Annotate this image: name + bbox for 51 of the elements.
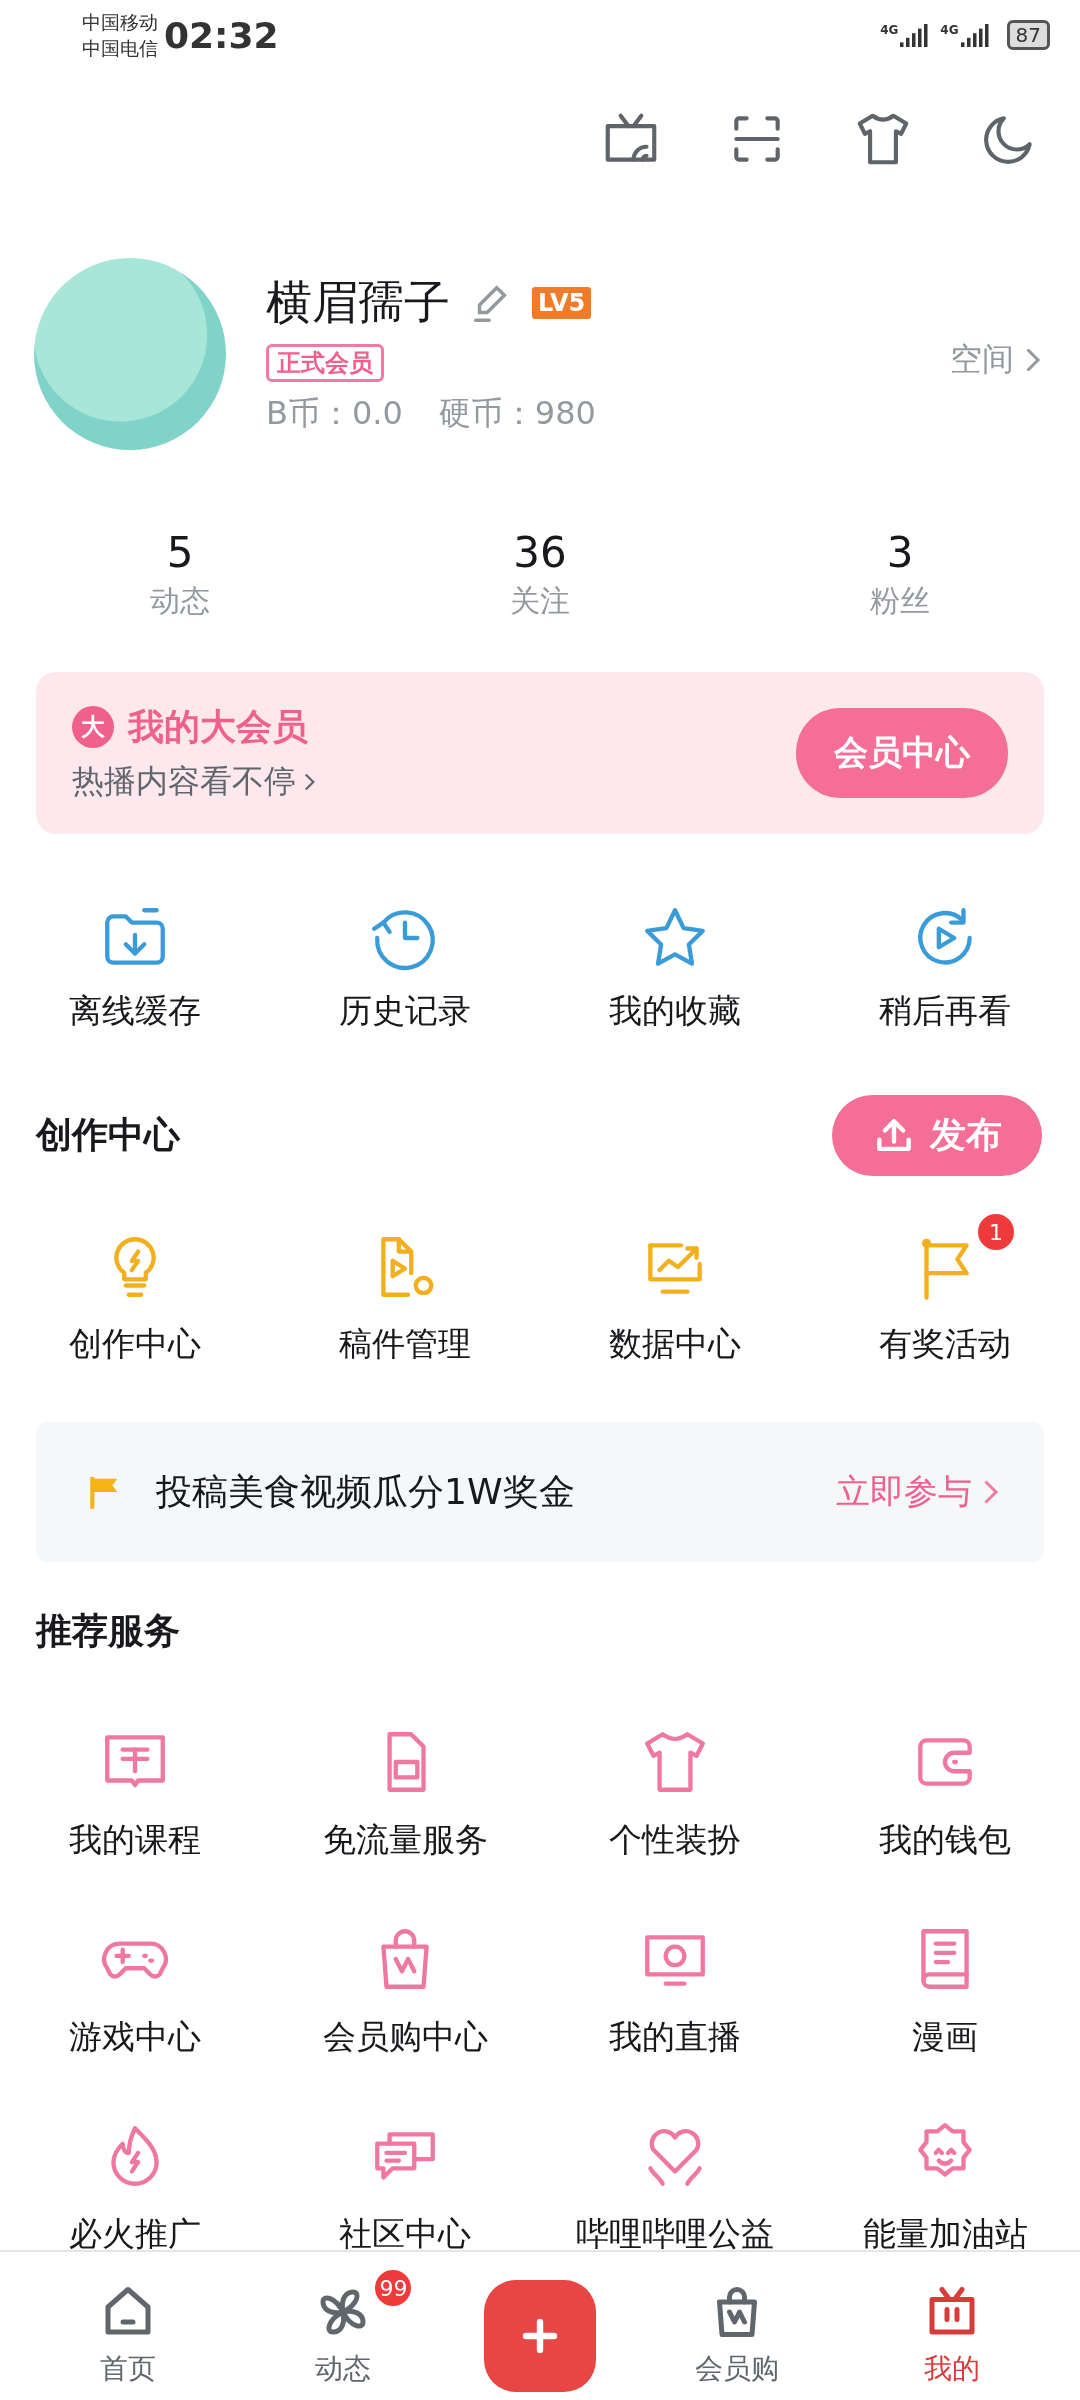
tool-label[interactable]: 数据中心 <box>609 1322 741 1367</box>
vip-subtitle: 热播内容看不停 <box>72 760 296 802</box>
nav-tab[interactable]: 会员购 <box>661 2264 812 2388</box>
service-label[interactable]: 个性装扮 <box>609 1818 741 1863</box>
shortcut-label[interactable]: 离线缓存 <box>69 989 201 1034</box>
notification-badge: 1 <box>976 1212 1016 1252</box>
service-label[interactable]: 我的课程 <box>69 1818 201 1863</box>
tool-label[interactable]: 有奖活动 <box>879 1322 1011 1367</box>
shortcut-label[interactable]: 历史记录 <box>339 989 471 1034</box>
carrier-name: 中国电信 <box>82 36 158 61</box>
banner-text: 投稿美食视频瓜分1W奖金 <box>156 1469 575 1514</box>
service-label[interactable]: 漫画 <box>912 2015 978 2060</box>
network-label: 4G <box>880 23 899 37</box>
service-label[interactable]: 会员购中心 <box>322 2015 488 2060</box>
vip-card[interactable]: 大 我的大会员 热播内容看不停 会员中心 <box>36 672 1044 834</box>
vip-title: 我的大会员 <box>128 704 308 749</box>
service-label[interactable]: 社区中心 <box>339 2212 471 2250</box>
vip-badge: 大 <box>72 706 114 748</box>
service-label[interactable]: 免流量服务 <box>322 1818 488 1863</box>
signal-icon <box>960 23 991 47</box>
section-title: 创作中心 <box>36 1113 180 1157</box>
battery-level: 87 <box>1006 20 1050 50</box>
notification-badge: 99 <box>373 2268 414 2308</box>
network-label: 4G <box>940 23 959 37</box>
signal-icon <box>900 23 931 47</box>
status-time: 02:32 <box>164 14 279 56</box>
tool-label[interactable]: 创作中心 <box>69 1322 201 1367</box>
promo-banner[interactable]: 投稿美食视频瓜分1W奖金 立即参与 <box>36 1422 1044 1562</box>
membership-tag: 正式会员 <box>266 344 384 382</box>
shortcut-label[interactable]: 稍后再看 <box>879 989 1011 1034</box>
section-title: 推荐服务 <box>36 1609 180 1653</box>
carrier-name: 中国移动 <box>82 10 158 35</box>
service-label[interactable]: 我的钱包 <box>879 1818 1011 1863</box>
level-badge: LV5 <box>532 287 592 319</box>
service-label[interactable]: 必火推广 <box>69 2212 201 2250</box>
coin-balance: 硬币：980 <box>438 393 596 434</box>
nav-tab[interactable]: 99 动态 <box>268 2264 419 2388</box>
tool-label[interactable]: 稿件管理 <box>339 1322 471 1367</box>
create-button[interactable] <box>484 2280 596 2392</box>
stat-count[interactable]: 3 <box>886 528 914 577</box>
b-coin-balance: B币：0.0 <box>266 393 403 434</box>
service-label[interactable]: 游戏中心 <box>69 2015 201 2060</box>
service-label[interactable]: 我的直播 <box>609 2015 741 2060</box>
service-label[interactable]: 能量加油站 <box>862 2212 1028 2250</box>
stat-count[interactable]: 36 <box>513 528 567 577</box>
user-name: 横眉孺子 <box>266 274 450 331</box>
service-label[interactable]: 哔哩哔哩公益 <box>576 2212 774 2250</box>
shortcut-label[interactable]: 我的收藏 <box>609 989 741 1034</box>
nav-tab[interactable]: 首页 <box>52 2264 203 2388</box>
nav-tab[interactable]: 我的 <box>877 2264 1028 2388</box>
stat-count[interactable]: 5 <box>166 528 194 577</box>
